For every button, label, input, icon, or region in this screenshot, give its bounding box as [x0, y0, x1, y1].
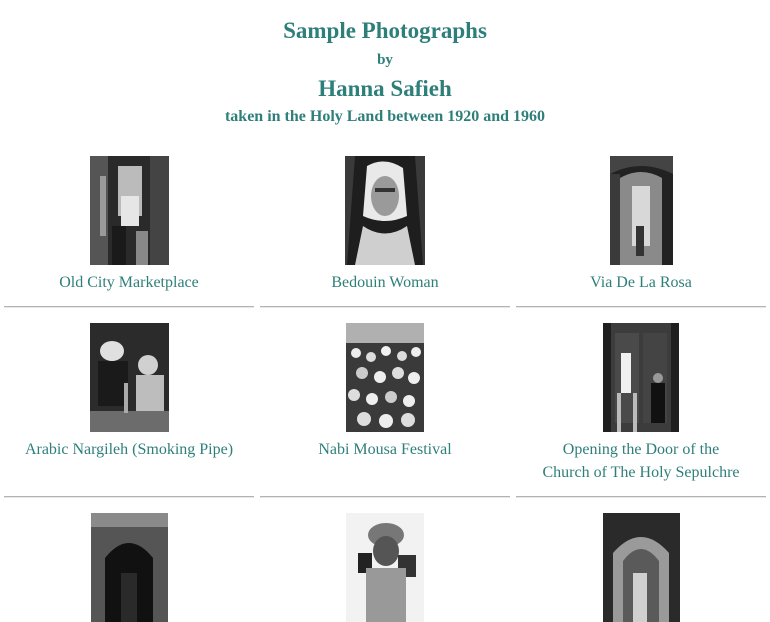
caption-line[interactable]: Arabic Nargileh (Smoking Pipe)	[4, 438, 254, 461]
page-title: Sample Photographs	[283, 18, 487, 43]
caption-line[interactable]: Bedouin Woman	[260, 271, 510, 294]
photo-street-arch[interactable]	[602, 513, 680, 622]
divider	[260, 306, 510, 308]
photo-cell-nabi-mousa-festival: Nabi Mousa Festival	[260, 323, 510, 498]
photo-caption[interactable]: Nabi Mousa Festival	[260, 438, 510, 461]
photo-row: Old City Marketplace Bedouin Woman Via D…	[0, 156, 770, 308]
caption-line[interactable]: Church of The Holy Sepulchre	[516, 461, 766, 484]
photo-grid: Old City Marketplace Bedouin Woman Via D…	[0, 156, 770, 622]
photo-caption[interactable]: Bedouin Woman	[260, 271, 510, 294]
divider	[516, 496, 766, 498]
photo-cell-arabic-nargileh: Arabic Nargileh (Smoking Pipe)	[4, 323, 254, 498]
photo-elder[interactable]	[346, 513, 424, 622]
divider	[4, 306, 254, 308]
page-subtitle: taken in the Holy Land between 1920 and …	[224, 108, 546, 125]
divider	[4, 496, 254, 498]
caption-line[interactable]: Nabi Mousa Festival	[260, 438, 510, 461]
photo-archway[interactable]	[90, 513, 168, 622]
caption-line[interactable]: Via De La Rosa	[516, 271, 766, 294]
photo-cell-opening-the-door: Opening the Door of the Church of The Ho…	[516, 323, 766, 498]
photo-caption[interactable]: Opening the Door of the Church of The Ho…	[516, 438, 766, 484]
photo-nabi-mousa-festival[interactable]	[346, 323, 424, 432]
photo-caption[interactable]: Old City Marketplace	[4, 271, 254, 294]
photo-cell-elder	[260, 513, 510, 622]
divider	[260, 496, 510, 498]
photo-bedouin-woman[interactable]	[345, 156, 425, 265]
photo-arabic-nargileh[interactable]	[89, 323, 169, 432]
photo-caption[interactable]: Via De La Rosa	[516, 271, 766, 294]
author-name: Hanna Safieh	[318, 76, 452, 101]
byline: by	[377, 52, 393, 68]
photo-cell-street-arch	[516, 513, 766, 622]
caption-line[interactable]: Old City Marketplace	[4, 271, 254, 294]
photo-cell-via-de-la-rosa: Via De La Rosa	[516, 156, 766, 308]
photo-row	[0, 513, 770, 622]
page-header: Sample Photographs by Hanna Safieh taken…	[0, 0, 770, 130]
caption-line[interactable]: Opening the Door of the	[516, 438, 766, 461]
photo-old-city-marketplace[interactable]	[89, 156, 169, 265]
photo-cell-archway	[4, 513, 254, 622]
photo-row: Arabic Nargileh (Smoking Pipe) Nabi Mous…	[0, 323, 770, 498]
photo-via-de-la-rosa[interactable]	[609, 156, 673, 265]
photo-caption[interactable]: Arabic Nargileh (Smoking Pipe)	[4, 438, 254, 461]
photo-opening-the-door[interactable]	[603, 323, 679, 432]
photo-cell-old-city-marketplace: Old City Marketplace	[4, 156, 254, 308]
photo-cell-bedouin-woman: Bedouin Woman	[260, 156, 510, 308]
divider	[516, 306, 766, 308]
